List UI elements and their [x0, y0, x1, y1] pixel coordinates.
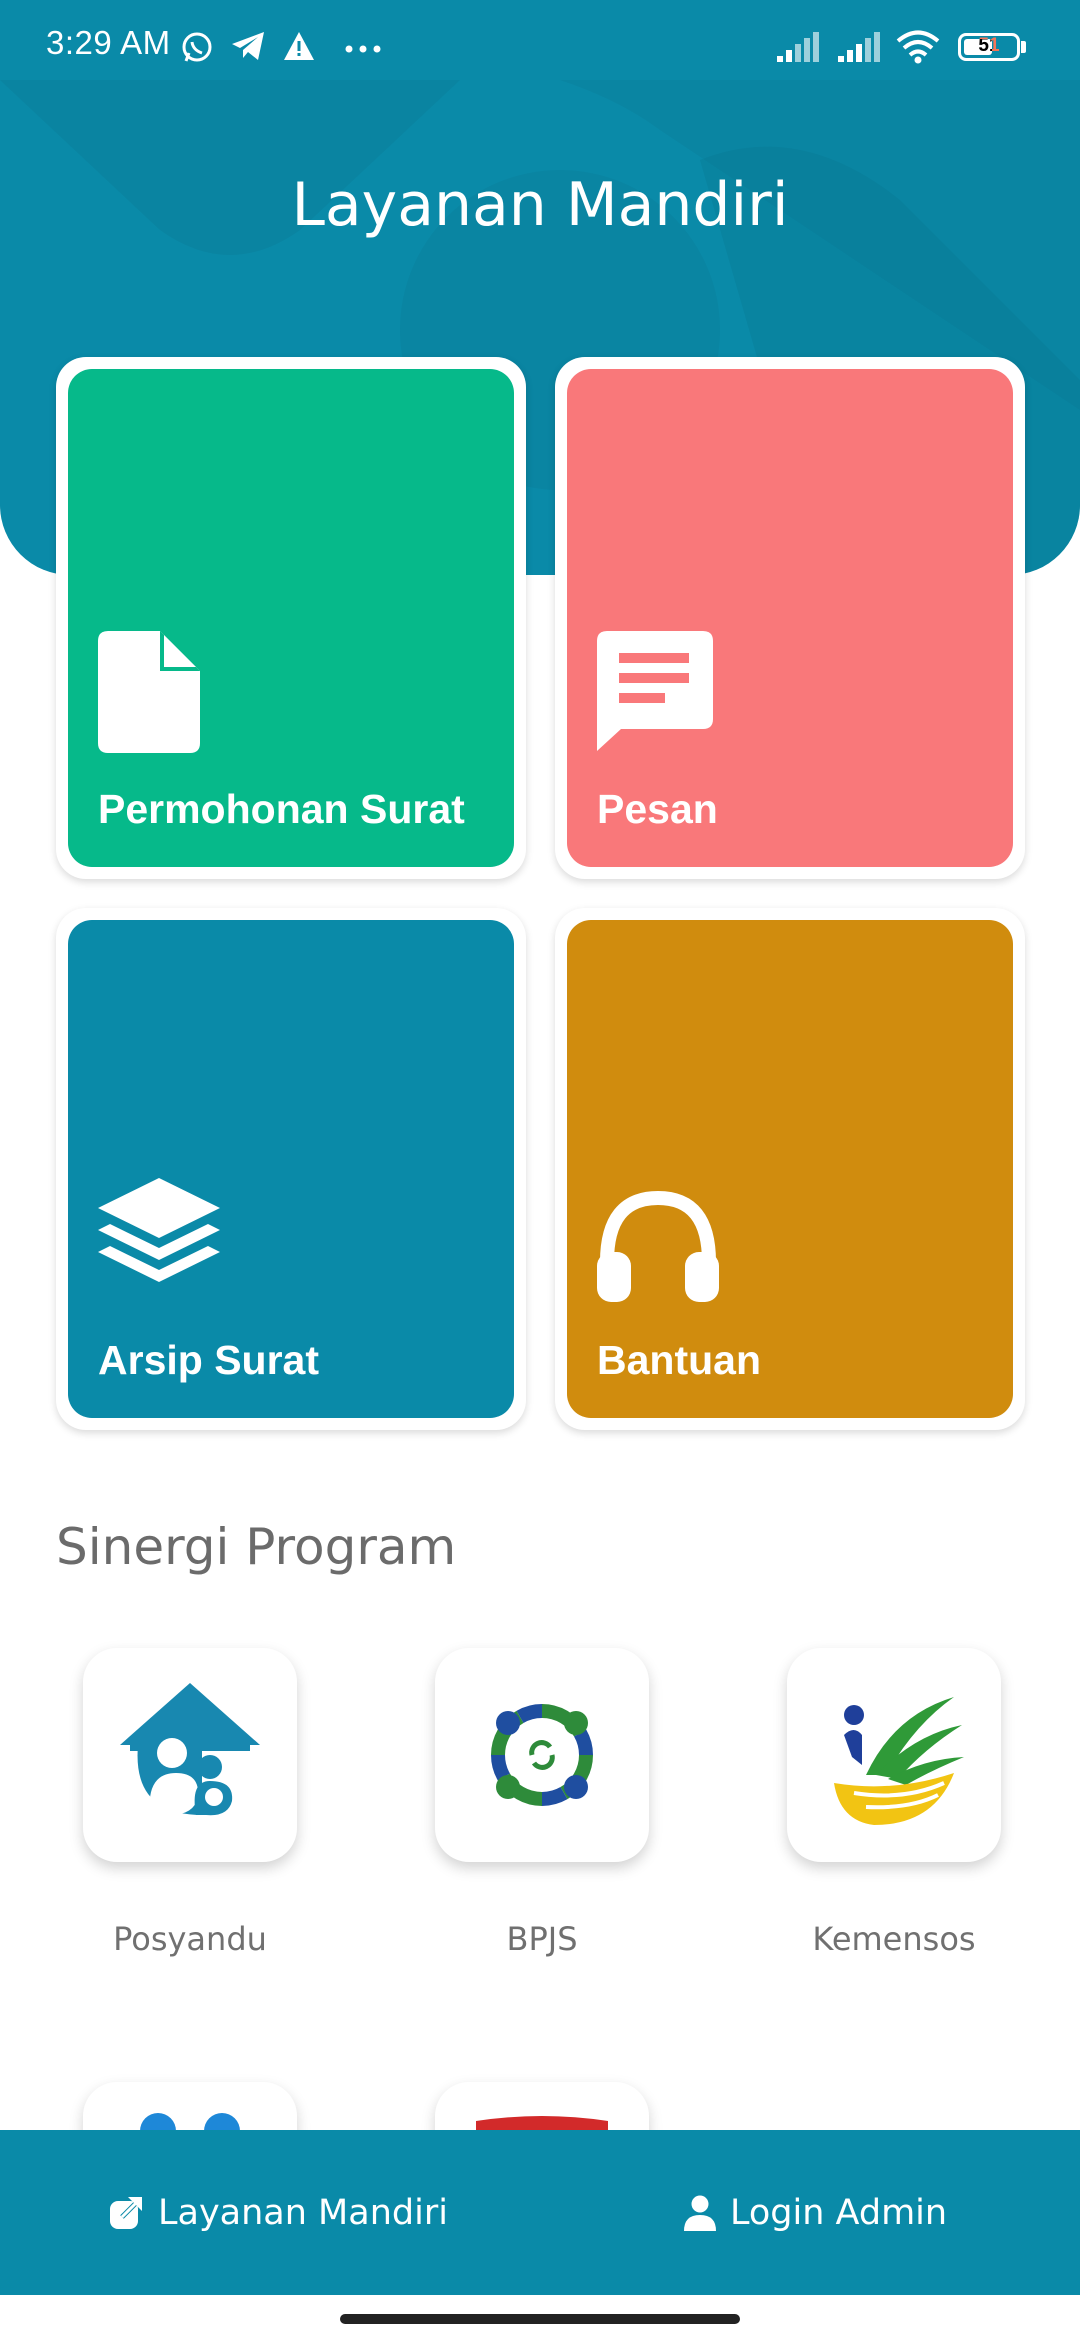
headphones-icon [597, 1190, 719, 1302]
tile-label: Pesan [597, 786, 718, 832]
tile-frame-bantuan: Bantuan [555, 908, 1025, 1430]
battery-tip [1021, 41, 1026, 53]
external-link-icon [110, 2196, 142, 2229]
program-kemensos[interactable] [787, 1648, 1001, 1862]
battery-icon: 51 [958, 33, 1020, 61]
program-label-kemensos: Kemensos [812, 1920, 976, 1958]
posyandu-logo [120, 1683, 260, 1816]
program-label-posyandu: Posyandu [113, 1920, 267, 1958]
signal-icon [838, 32, 880, 62]
program-bpjs[interactable] [435, 1648, 649, 1862]
kemensos-logo [834, 1697, 964, 1825]
tile-label: Bantuan [597, 1337, 761, 1383]
tile-label: Arsip Surat [98, 1337, 319, 1383]
bpjs-logo [491, 1704, 593, 1806]
wifi-icon [896, 30, 940, 64]
tile-bantuan[interactable]: Bantuan [567, 920, 1013, 1418]
signal-icon [777, 32, 819, 62]
tile-pesan[interactable]: Pesan [567, 369, 1013, 867]
battery-level: 51 [978, 35, 1000, 56]
message-icon [597, 631, 713, 751]
status-time: 3:29 AM [46, 24, 171, 61]
status-bar: 3:29 AM 51 [0, 0, 1080, 80]
nav-label: Login Admin [730, 2192, 948, 2233]
whatsapp-icon [182, 32, 212, 62]
nav-label: Layanan Mandiri [158, 2192, 448, 2233]
program-label-bpjs: BPJS [506, 1920, 578, 1958]
nav-login-admin[interactable]: Login Admin [684, 2130, 947, 2295]
bottom-navigation: Layanan Mandiri Login Admin [0, 2130, 1080, 2295]
tile-label: Permohonan Surat [98, 786, 465, 832]
program-posyandu[interactable] [83, 1648, 297, 1862]
warning-icon [284, 32, 314, 60]
tile-permohonan-surat[interactable]: Permohonan Surat [68, 369, 514, 867]
section-title-sinergi: Sinergi Program [56, 1518, 457, 1576]
gesture-bar[interactable] [340, 2314, 740, 2324]
user-icon [684, 2195, 716, 2231]
tile-frame-pesan: Pesan [555, 357, 1025, 879]
tile-frame-arsip: Arsip Surat [56, 908, 526, 1430]
nav-layanan-mandiri[interactable]: Layanan Mandiri [108, 2130, 448, 2295]
telegram-icon [232, 32, 264, 60]
more-dots-icon [345, 45, 381, 53]
layers-icon [98, 1178, 220, 1282]
tile-arsip-surat[interactable]: Arsip Surat [68, 920, 514, 1418]
page-title: Layanan Mandiri [291, 170, 789, 240]
tile-frame-permohonan: Permohonan Surat [56, 357, 526, 879]
document-icon [98, 631, 200, 753]
